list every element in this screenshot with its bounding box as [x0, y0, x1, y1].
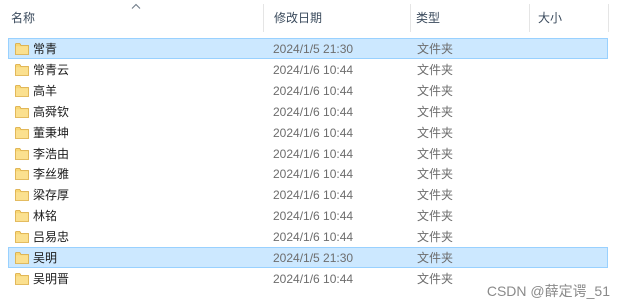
file-modified-date: 2024/1/5 21:30 [273, 251, 354, 265]
folder-icon [15, 43, 29, 55]
file-type: 文件夹 [417, 62, 454, 77]
file-modified-date: 2024/1/6 10:44 [273, 209, 354, 224]
file-type: 文件夹 [417, 251, 454, 265]
file-modified-date: 2024/1/6 10:44 [273, 188, 354, 203]
folder-icon [15, 105, 29, 118]
file-row[interactable]: 高羊 2024/1/6 10:44 文件夹 [8, 80, 608, 101]
file-row[interactable]: 高舜钦 2024/1/6 10:44 文件夹 [8, 101, 608, 122]
file-name: 常青 [33, 42, 58, 56]
file-name: 梁存厚 [33, 188, 70, 203]
file-modified-date: 2024/1/6 10:44 [273, 230, 354, 245]
column-header-type-label: 类型 [416, 11, 441, 25]
file-type: 文件夹 [417, 146, 454, 161]
file-row[interactable]: 吴明 2024/1/5 21:30 文件夹 [8, 247, 608, 268]
column-header-type[interactable]: 类型 [405, 0, 525, 34]
file-name: 吴明 [33, 251, 58, 265]
file-name: 李浩由 [33, 146, 70, 161]
file-name: 林铭 [33, 209, 58, 224]
file-name: 吴明晋 [33, 271, 70, 286]
file-name: 高舜钦 [33, 104, 70, 119]
file-modified-date: 2024/1/6 10:44 [273, 271, 354, 286]
column-header-modified[interactable]: 修改日期 [263, 0, 410, 34]
folder-icon [15, 272, 29, 285]
column-header-size[interactable]: 大小 [527, 0, 607, 34]
file-modified-date: 2024/1/6 10:44 [273, 146, 354, 161]
file-modified-date: 2024/1/6 10:44 [273, 167, 354, 182]
file-type: 文件夹 [417, 209, 454, 224]
file-modified-date: 2024/1/6 10:44 [273, 125, 354, 140]
folder-icon [15, 84, 29, 97]
file-row[interactable]: 李浩由 2024/1/6 10:44 文件夹 [8, 143, 608, 164]
file-modified-date: 2024/1/5 21:30 [273, 42, 354, 56]
file-row[interactable]: 常青云 2024/1/6 10:44 文件夹 [8, 59, 608, 80]
file-type: 文件夹 [417, 83, 454, 98]
file-name: 吕易忠 [33, 230, 70, 245]
folder-icon [15, 210, 29, 223]
file-modified-date: 2024/1/6 10:44 [273, 104, 354, 119]
sort-ascending-icon [131, 3, 141, 9]
file-type: 文件夹 [417, 167, 454, 182]
folder-icon [15, 252, 29, 264]
file-row[interactable]: 常青 2024/1/5 21:30 文件夹 [8, 38, 608, 59]
file-modified-date: 2024/1/6 10:44 [273, 62, 354, 77]
column-header-modified-label: 修改日期 [274, 11, 323, 25]
file-type: 文件夹 [417, 188, 454, 203]
file-modified-date: 2024/1/6 10:44 [273, 83, 354, 98]
file-type: 文件夹 [417, 104, 454, 119]
file-row[interactable]: 董秉坤 2024/1/6 10:44 文件夹 [8, 122, 608, 143]
file-type: 文件夹 [417, 271, 454, 286]
file-row[interactable]: 吕易忠 2024/1/6 10:44 文件夹 [8, 226, 608, 247]
file-name: 董秉坤 [33, 125, 70, 140]
folder-icon [15, 147, 29, 160]
column-header-size-label: 大小 [538, 11, 563, 25]
watermark: CSDN @薛定谔_51 [484, 281, 612, 301]
file-name: 高羊 [33, 83, 58, 98]
file-name: 常青云 [33, 62, 70, 77]
file-type: 文件夹 [417, 125, 454, 140]
folder-icon [15, 231, 29, 243]
file-name: 李丝雅 [33, 167, 70, 182]
column-header-name-label: 名称 [11, 11, 36, 25]
file-row[interactable]: 李丝雅 2024/1/6 10:44 文件夹 [8, 163, 608, 184]
column-divider[interactable] [608, 4, 609, 32]
file-row[interactable]: 林铭 2024/1/6 10:44 文件夹 [8, 205, 608, 226]
folder-icon [15, 63, 29, 76]
file-type: 文件夹 [417, 230, 454, 245]
folder-icon [15, 189, 29, 202]
column-header-bar: 名称 修改日期 类型 大小 [0, 0, 625, 34]
folder-icon [15, 126, 29, 139]
folder-icon [15, 168, 29, 181]
file-type: 文件夹 [417, 42, 454, 56]
file-row[interactable]: 梁存厚 2024/1/6 10:44 文件夹 [8, 184, 608, 205]
